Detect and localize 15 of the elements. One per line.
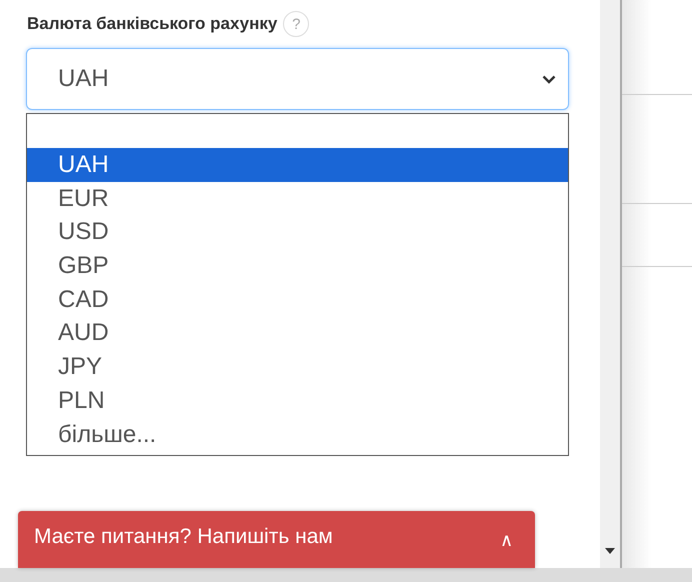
- dropdown-option[interactable]: PLN: [27, 384, 568, 418]
- dropdown-option[interactable]: UAH: [27, 148, 568, 182]
- field-label: Валюта банківського рахунку: [27, 14, 278, 34]
- chat-bar[interactable]: Маєте питання? Напишіть нам ∧: [18, 511, 535, 568]
- dropdown-option[interactable]: більше...: [27, 418, 568, 452]
- dropdown-option[interactable]: JPY: [27, 350, 568, 384]
- dropdown-option[interactable]: EUR: [27, 182, 568, 216]
- currency-select[interactable]: UAH: [26, 48, 569, 110]
- dropdown-option[interactable]: GBP: [27, 249, 568, 283]
- scrollbar[interactable]: [600, 0, 622, 568]
- dropdown-option[interactable]: USD: [27, 215, 568, 250]
- scroll-down-icon[interactable]: [605, 548, 615, 554]
- dropdown-option[interactable]: AUD: [27, 316, 568, 350]
- chevron-down-icon: [542, 74, 556, 84]
- dropdown-option[interactable]: CAD: [27, 282, 568, 316]
